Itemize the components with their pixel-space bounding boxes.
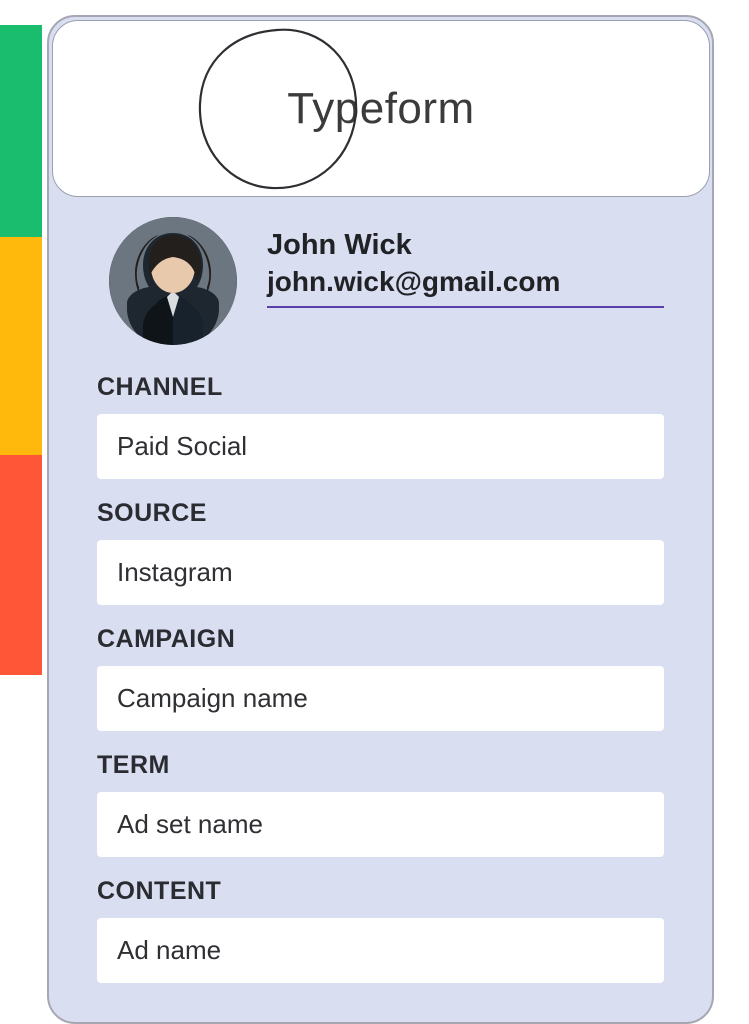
field-campaign: CAMPAIGN Campaign name bbox=[97, 625, 664, 731]
field-campaign-value[interactable]: Campaign name bbox=[97, 666, 664, 731]
sidebar-color-tab-green[interactable] bbox=[0, 25, 42, 245]
field-source-value[interactable]: Instagram bbox=[97, 540, 664, 605]
field-term-value[interactable]: Ad set name bbox=[97, 792, 664, 857]
profile-text: John Wick john.wick@gmail.com bbox=[267, 217, 664, 308]
field-content-value[interactable]: Ad name bbox=[97, 918, 664, 983]
field-content-label: CONTENT bbox=[97, 877, 664, 906]
logo-circle-icon bbox=[192, 24, 362, 194]
field-content: CONTENT Ad name bbox=[97, 877, 664, 983]
profile-name: John Wick bbox=[267, 229, 664, 262]
field-channel: CHANNEL Paid Social bbox=[97, 373, 664, 479]
field-campaign-label: CAMPAIGN bbox=[97, 625, 664, 654]
profile-email: john.wick@gmail.com bbox=[267, 266, 664, 308]
field-channel-value[interactable]: Paid Social bbox=[97, 414, 664, 479]
profile-row: John Wick john.wick@gmail.com bbox=[97, 217, 664, 345]
field-term-label: TERM bbox=[97, 751, 664, 780]
field-channel-label: CHANNEL bbox=[97, 373, 664, 402]
header-card: Typeform bbox=[52, 20, 710, 197]
body-area: John Wick john.wick@gmail.com CHANNEL Pa… bbox=[49, 202, 712, 1003]
field-source-label: SOURCE bbox=[97, 499, 664, 528]
sidebar-color-tab-yellow[interactable] bbox=[0, 237, 42, 457]
app-logo: Typeform bbox=[287, 84, 474, 134]
main-card: Typeform bbox=[47, 15, 714, 1024]
sidebar-color-tab-red[interactable] bbox=[0, 455, 42, 675]
field-source: SOURCE Instagram bbox=[97, 499, 664, 605]
avatar bbox=[109, 217, 237, 345]
field-term: TERM Ad set name bbox=[97, 751, 664, 857]
